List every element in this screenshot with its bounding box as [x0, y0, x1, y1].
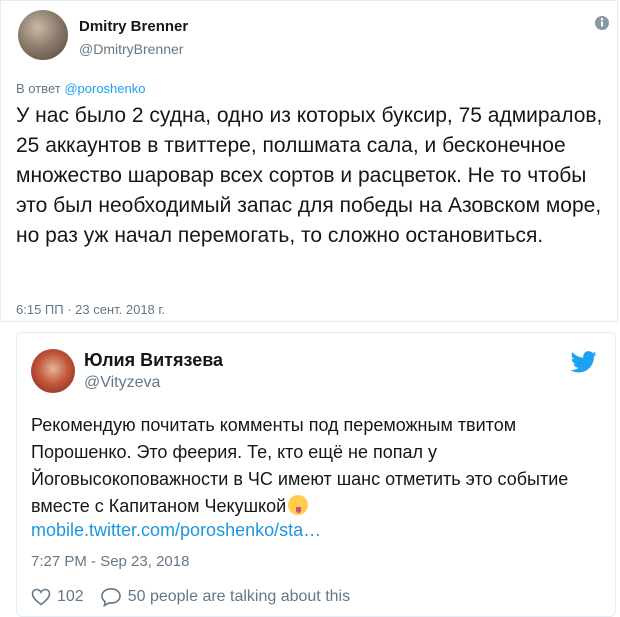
quoted-tweet[interactable]: Юлия Витязева @Vityzeva Рекомендую почит… — [16, 332, 616, 617]
divider — [0, 321, 618, 322]
tweet-text: У нас было 2 судна, одно из которых букс… — [16, 104, 603, 247]
talking-count[interactable]: 50 people are talking about this — [128, 588, 350, 606]
heart-icon[interactable] — [31, 588, 51, 606]
quoted-tweet-text: Рекомендую почитать комменты под перемож… — [31, 412, 606, 520]
twitter-bird-icon[interactable] — [571, 351, 597, 373]
info-icon[interactable] — [592, 13, 612, 33]
author-name[interactable]: Dmitry Brenner — [79, 18, 188, 35]
quoted-avatar[interactable] — [31, 349, 75, 393]
timestamp[interactable]: 6:15 ПП · 23 сент. 2018 г. — [16, 302, 165, 317]
quoted-author-name[interactable]: Юлия Витязева — [84, 350, 223, 371]
main-tweet: Dmitry Brenner @DmitryBrenner В ответ @p… — [0, 0, 618, 321]
reply-line: В ответ @poroshenko — [16, 81, 145, 96]
emoji-tongue-icon — [288, 495, 309, 515]
author-handle[interactable]: @DmitryBrenner — [79, 41, 183, 57]
engagement-bar: 102 50 people are talking about this — [31, 586, 350, 608]
avatar[interactable] — [18, 10, 68, 60]
reply-mention-link[interactable]: @poroshenko — [64, 81, 145, 96]
quoted-link[interactable]: mobile.twitter.com/poroshenko/sta… — [31, 520, 321, 541]
quoted-timestamp[interactable]: 7:27 PM - Sep 23, 2018 — [31, 553, 189, 570]
speech-bubble-icon[interactable] — [100, 587, 122, 607]
quoted-author-handle[interactable]: @Vityzeva — [84, 374, 160, 392]
like-count[interactable]: 102 — [57, 588, 84, 606]
reply-prefix: В ответ — [16, 81, 61, 96]
